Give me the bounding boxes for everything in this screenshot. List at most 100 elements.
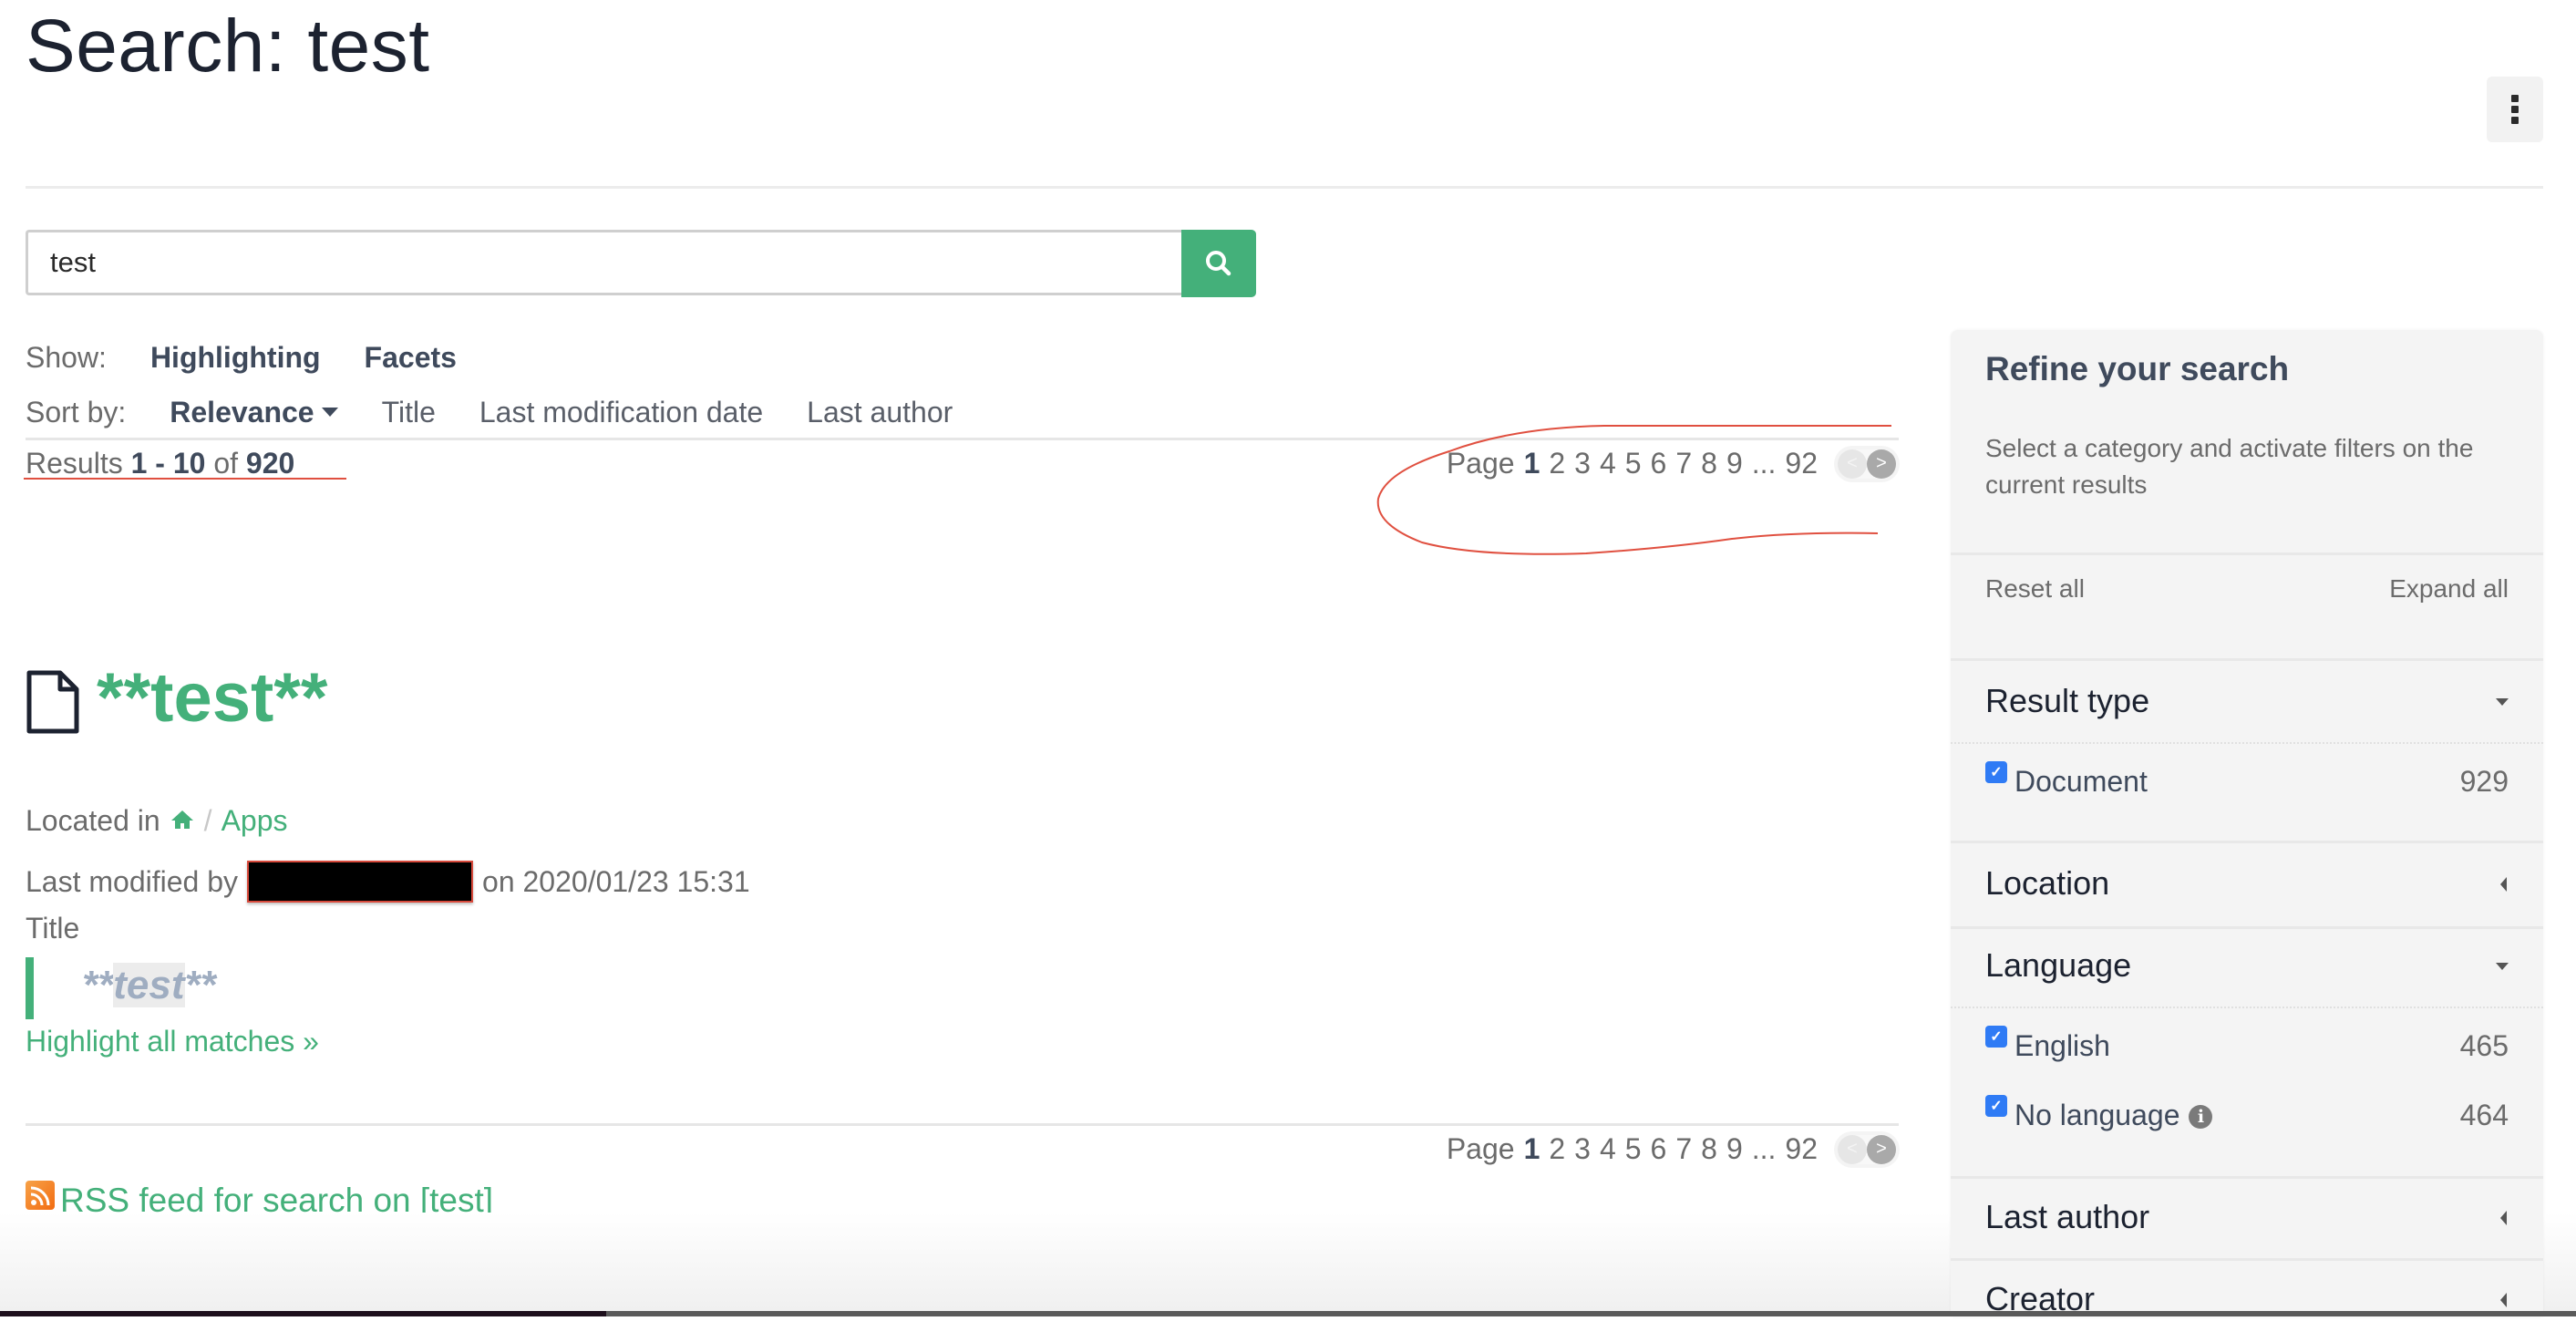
rss-icon: [26, 1181, 55, 1210]
search-icon: [1206, 251, 1231, 276]
facet-item-no-language[interactable]: ✓ No language i 464: [1985, 1092, 2509, 1138]
sidebar-divider: [1951, 552, 2543, 555]
results-prefix: Results: [26, 447, 123, 480]
snippet-prefix: **: [82, 963, 114, 1007]
results-of: of: [213, 447, 238, 480]
facet-item-count: 929: [2459, 764, 2509, 798]
facet-item-label: No language i: [2014, 1099, 2460, 1132]
annotation-scribble: [1376, 425, 1891, 555]
location-apps-link[interactable]: Apps: [222, 804, 288, 838]
page-current[interactable]: 1: [1524, 1132, 1540, 1166]
facet-item-count: 465: [2459, 1028, 2509, 1062]
file-icon: [26, 670, 79, 734]
prev-page-button[interactable]: <: [1838, 1134, 1867, 1164]
page-link[interactable]: 2: [1549, 1132, 1565, 1166]
sort-title[interactable]: Title: [382, 396, 436, 429]
page-ellipsis: ...: [1751, 1132, 1777, 1165]
facet-result-type-header[interactable]: Result type: [1951, 662, 2543, 744]
facet-name: Last author: [1985, 1198, 2150, 1235]
matched-field-label: Title: [26, 912, 80, 945]
sort-relevance-label: Relevance: [170, 396, 314, 428]
caret-left-icon: [2500, 877, 2507, 892]
annotation-underline: [24, 478, 346, 480]
more-actions-button[interactable]: [2487, 77, 2543, 142]
caret-down-icon: [321, 407, 338, 417]
page-link[interactable]: 8: [1701, 1132, 1717, 1166]
search-input[interactable]: [26, 230, 1181, 295]
caret-left-icon: [2500, 1211, 2507, 1225]
home-icon: [170, 810, 193, 829]
highlight-all-matches-link[interactable]: Highlight all matches »: [26, 1025, 319, 1058]
snippet-suffix: **: [184, 963, 216, 1007]
sort-label: Sort by:: [26, 396, 127, 428]
located-label: Located in: [26, 804, 160, 837]
page-last[interactable]: 92: [1785, 1132, 1818, 1166]
page-link[interactable]: 6: [1651, 1132, 1667, 1166]
snippet-text: **test**: [82, 963, 216, 1008]
page-link[interactable]: 5: [1625, 1132, 1642, 1166]
results-total: 920: [245, 447, 295, 480]
facet-location-header[interactable]: Location: [1951, 844, 2543, 926]
show-highlighting-toggle[interactable]: Highlighting: [150, 341, 321, 375]
sort-last-author[interactable]: Last author: [807, 396, 953, 429]
reset-all-button[interactable]: Reset all: [1985, 574, 2085, 604]
facet-name: Language: [1985, 946, 2132, 984]
facet-separator: [1951, 742, 2543, 744]
sidebar-title: Refine your search: [1985, 350, 2290, 387]
facet-item-label-text: No language: [2014, 1098, 2180, 1131]
snippet-bar: [26, 957, 34, 1019]
results-count: Results 1 - 10 of 920: [26, 447, 294, 480]
facet-item-document[interactable]: ✓ Document 929: [1985, 759, 2509, 804]
page-link[interactable]: 9: [1726, 1132, 1743, 1166]
facet-creator-header[interactable]: Creator: [1951, 1260, 2543, 1342]
pager-nav: < >: [1838, 1134, 1896, 1164]
page-link[interactable]: 3: [1574, 1132, 1591, 1166]
show-label: Show:: [26, 341, 107, 374]
info-icon[interactable]: i: [2189, 1105, 2213, 1130]
next-page-button[interactable]: >: [1867, 1134, 1896, 1164]
result-location: Located in / Apps: [26, 804, 288, 838]
checkbox-checked[interactable]: ✓: [1985, 1095, 2007, 1117]
os-taskbar: [0, 1311, 2576, 1316]
modified-label: Last modified by: [26, 864, 239, 898]
facet-separator: [1951, 1006, 2543, 1008]
facet-name: Location: [1985, 864, 2110, 902]
results-range: 1 - 10: [130, 447, 206, 480]
checkbox-checked[interactable]: ✓: [1985, 1026, 2007, 1048]
facet-last-author-header[interactable]: Last author: [1951, 1178, 2543, 1260]
show-facets-toggle[interactable]: Facets: [365, 341, 457, 375]
results-bottom-divider: [26, 1123, 1899, 1126]
checkbox-checked[interactable]: ✓: [1985, 761, 2007, 783]
sort-relevance[interactable]: Relevance: [170, 396, 338, 429]
vertical-ellipsis-icon: [2511, 95, 2519, 124]
header-divider: [26, 186, 2543, 189]
search-button[interactable]: [1181, 230, 1256, 297]
result-modified: Last modified by on 2020/01/23 15:31: [26, 861, 750, 903]
expand-all-button[interactable]: Expand all: [2389, 574, 2509, 604]
caret-down-icon: [2496, 698, 2509, 706]
page-link[interactable]: 4: [1600, 1132, 1616, 1166]
caret-down-icon: [2496, 963, 2509, 970]
modified-date: on 2020/01/23 15:31: [482, 864, 750, 898]
facet-name: Result type: [1985, 682, 2150, 719]
sidebar-divider: [1951, 841, 2543, 843]
facet-item-count: 464: [2459, 1098, 2509, 1131]
show-options: Show: Highlighting Facets: [26, 341, 500, 375]
page-title: Search: test: [26, 5, 430, 88]
redacted-author: [247, 861, 474, 903]
caret-left-icon: [2500, 1293, 2507, 1307]
facet-item-english[interactable]: ✓ English 465: [1985, 1023, 2509, 1068]
result-title-link[interactable]: **test**: [97, 658, 327, 738]
pagination-bottom: Page 1 2 3 4 5 6 7 8 9 ... 92 < >: [1447, 1132, 1896, 1166]
refine-sidebar: Refine your search Select a category and…: [1951, 330, 2543, 1317]
facet-language-header[interactable]: Language: [1951, 926, 2543, 1008]
facet-item-label: Document: [2014, 764, 2148, 798]
sidebar-hint: Select a category and activate filters o…: [1985, 434, 2474, 499]
breadcrumb-separator: /: [203, 804, 212, 837]
sort-options: Sort by: Relevance Title Last modificati…: [26, 396, 996, 429]
sidebar-divider: [1951, 658, 2543, 661]
snippet-match: test: [113, 963, 185, 1007]
page-link[interactable]: 7: [1675, 1132, 1692, 1166]
home-link[interactable]: [170, 804, 195, 838]
sort-last-modification-date[interactable]: Last modification date: [479, 396, 763, 429]
